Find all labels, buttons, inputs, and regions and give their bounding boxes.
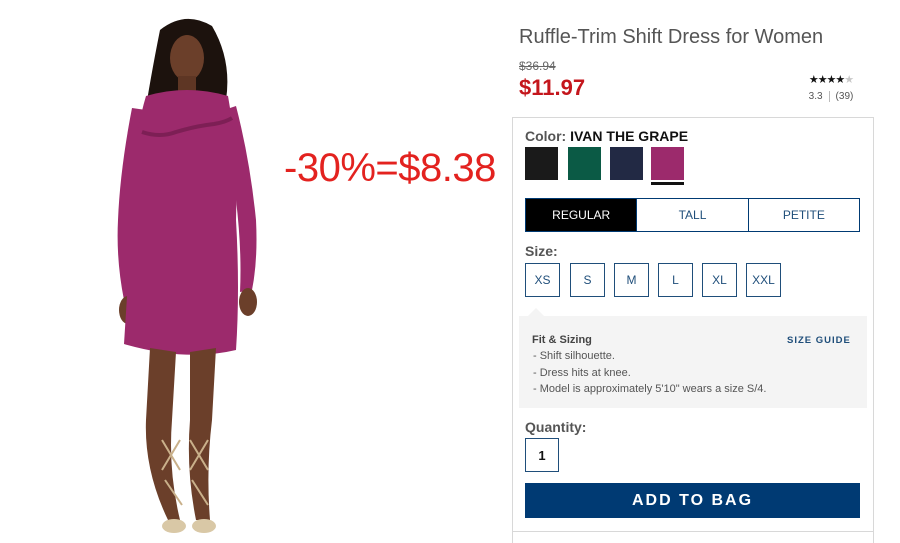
- fit-detail-line: - Dress hits at knee.: [533, 367, 631, 379]
- product-photo: [0, 0, 400, 543]
- fit-detail-line: - Model is approximately 5'10" wears a s…: [533, 383, 767, 395]
- fit-detail-line: - Shift silhouette.: [533, 350, 615, 362]
- size-xxl-button[interactable]: XXL: [746, 263, 781, 297]
- selected-color-name: IVAN THE GRAPE: [570, 128, 689, 144]
- rating[interactable]: ★★★★★ 3.3 (39): [800, 74, 862, 102]
- size-m-button[interactable]: M: [614, 263, 649, 297]
- tab-tall[interactable]: TALL: [637, 199, 749, 231]
- swatch-grape[interactable]: [651, 147, 684, 180]
- swatch-black[interactable]: [525, 147, 558, 180]
- sale-price: $11.97: [519, 75, 586, 100]
- rating-meta: 3.3 (39): [800, 91, 862, 102]
- rating-value: 3.3: [808, 91, 823, 103]
- color-label: Color: IVAN THE GRAPE: [525, 128, 689, 144]
- quantity-label: Quantity:: [525, 419, 587, 435]
- tab-petite[interactable]: PETITE: [749, 199, 859, 231]
- selected-swatch-indicator: [651, 182, 684, 185]
- review-count[interactable]: (39): [836, 91, 854, 102]
- add-to-bag-button[interactable]: ADD TO BAG: [525, 483, 860, 518]
- size-xl-button[interactable]: XL: [702, 263, 737, 297]
- size-s-button[interactable]: S: [570, 263, 605, 297]
- size-xs-button[interactable]: XS: [525, 263, 560, 297]
- product-title: Ruffle-Trim Shift Dress for Women: [519, 26, 824, 48]
- size-guide-link[interactable]: SIZE GUIDE: [787, 335, 851, 346]
- divider: [512, 531, 874, 532]
- quantity-field[interactable]: 1: [525, 438, 559, 472]
- original-price: $36.94: [519, 59, 556, 73]
- swatch-green[interactable]: [568, 147, 601, 180]
- size-l-button[interactable]: L: [658, 263, 693, 297]
- fit-type-tabs: REGULAR TALL PETITE: [525, 198, 860, 232]
- fit-box-pointer: [528, 308, 544, 316]
- size-label: Size:: [525, 243, 558, 259]
- promo-price-text: -30%=$8.38: [284, 146, 496, 190]
- fit-sizing-title: Fit & Sizing: [532, 334, 592, 346]
- tab-regular[interactable]: REGULAR: [526, 199, 638, 231]
- star-rating-icon: ★★★★★: [808, 74, 854, 86]
- swatch-navy[interactable]: [610, 147, 643, 180]
